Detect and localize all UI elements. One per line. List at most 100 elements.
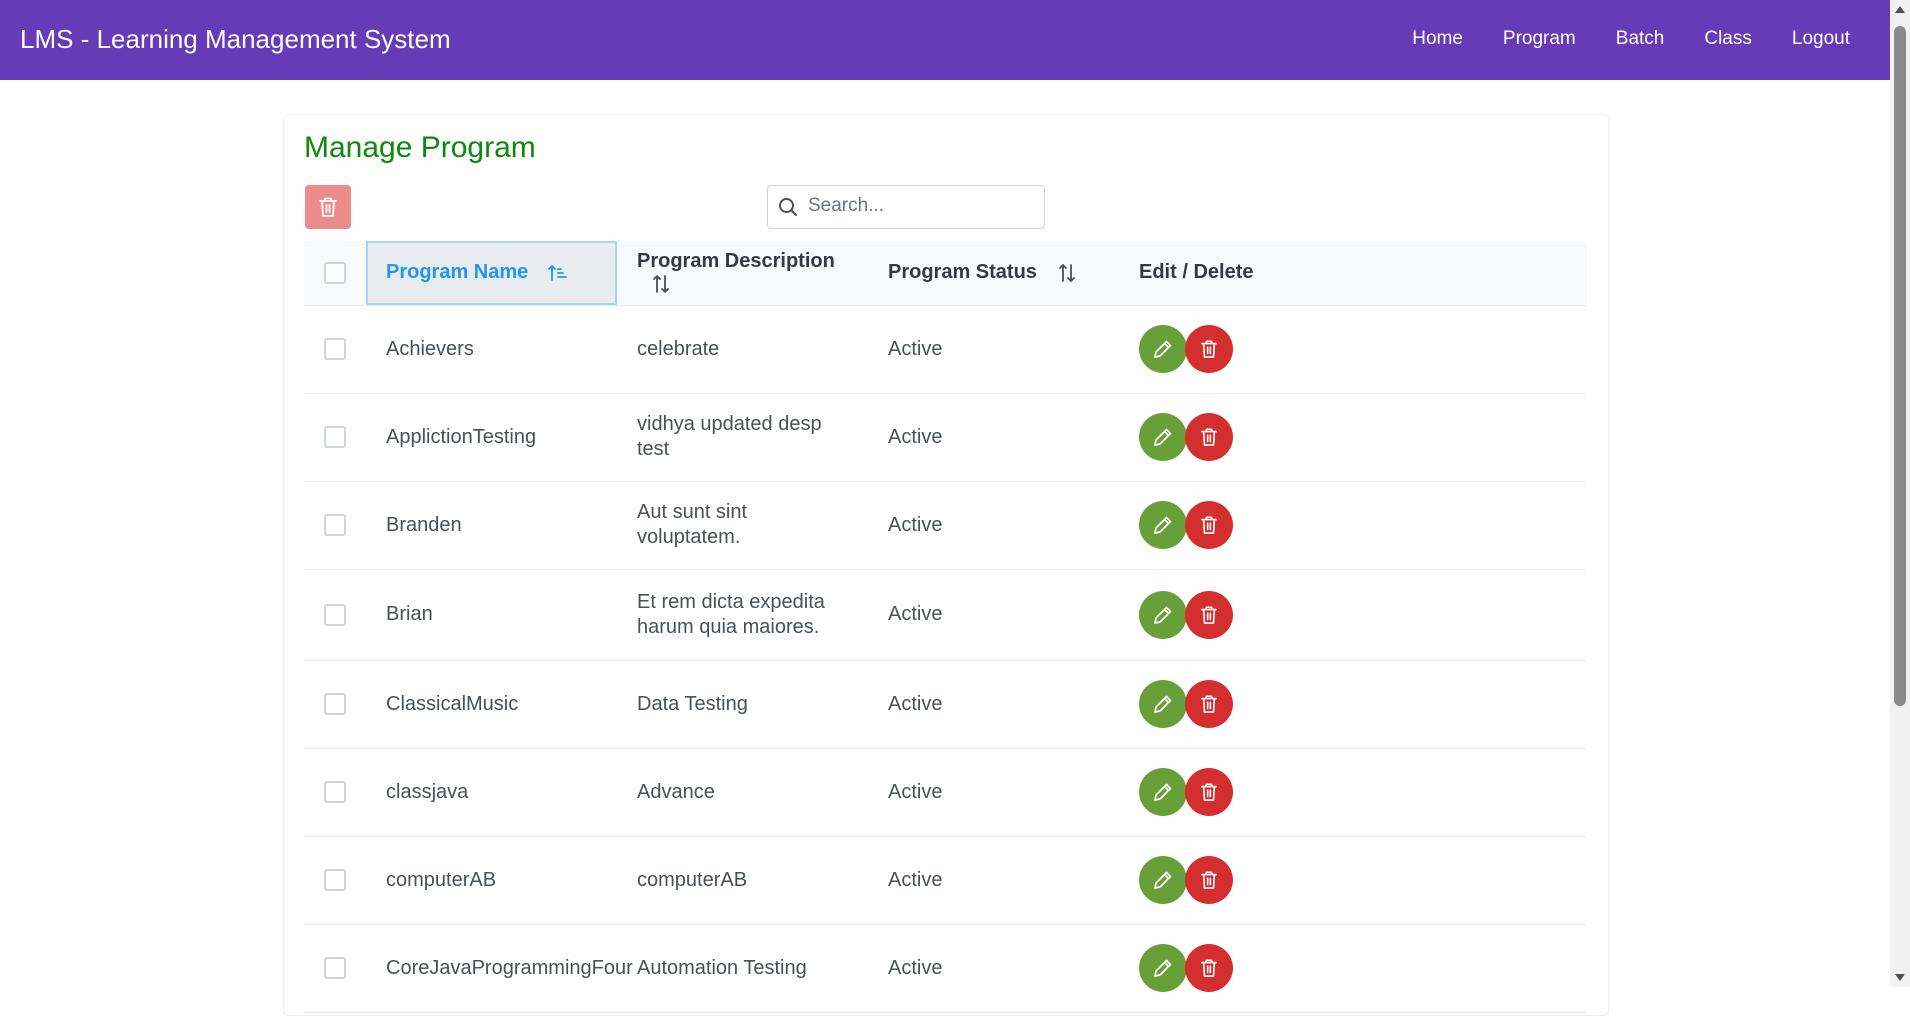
program-status-cell: Active [868, 305, 1119, 394]
scrollbar-thumb[interactable] [1894, 26, 1906, 706]
column-header-program-description[interactable]: Program Description [617, 241, 868, 306]
program-description-cell: Et rem dicta expedita harum quia maiores… [617, 569, 868, 661]
delete-button[interactable] [1185, 856, 1233, 904]
program-name-cell: Branden [366, 481, 617, 570]
row-actions-cell [1119, 305, 1587, 394]
program-name-cell: classjava [366, 748, 617, 837]
nav-home-link[interactable]: Home [1412, 28, 1463, 50]
delete-button[interactable] [1185, 680, 1233, 728]
trash-icon [319, 197, 337, 217]
row-select-checkbox[interactable] [324, 869, 346, 892]
page-title: Manage Program [304, 131, 536, 164]
edit-button[interactable] [1139, 325, 1187, 373]
scroll-down-arrow-icon[interactable] [1895, 974, 1905, 981]
table-row: classjava Advance Active [304, 748, 1587, 837]
table-row: Achievers celebrate Active [304, 305, 1587, 394]
program-description-cell: Data Testing [617, 660, 868, 749]
nav-logout-link[interactable]: Logout [1792, 28, 1850, 50]
page-scrollbar[interactable] [1890, 0, 1910, 987]
search-field [767, 185, 1045, 229]
delete-button[interactable] [1185, 413, 1233, 461]
delete-button[interactable] [1185, 501, 1233, 549]
trash-icon [1200, 695, 1218, 713]
row-select-cell [304, 924, 366, 1013]
delete-button[interactable] [1185, 944, 1233, 992]
manage-program-card: Manage Program Program Name [283, 114, 1609, 1016]
program-description-cell: vidhya updated desp test [617, 393, 868, 482]
trash-icon [1200, 516, 1218, 534]
table-row: Brian Et rem dicta expedita harum quia ma… [304, 569, 1587, 661]
row-select-checkbox[interactable] [324, 957, 346, 980]
edit-button[interactable] [1139, 590, 1187, 639]
program-name-cell: computerAB [366, 836, 617, 925]
nav-batch-link[interactable]: Batch [1616, 28, 1665, 50]
edit-button[interactable] [1139, 944, 1187, 992]
row-actions-cell [1119, 393, 1587, 482]
row-select-cell [304, 393, 366, 482]
program-description-cell: computerAB [617, 836, 868, 925]
program-status-cell: Active [868, 569, 1119, 661]
row-actions-cell [1119, 748, 1587, 837]
edit-button[interactable] [1139, 768, 1187, 816]
search-icon [779, 198, 797, 216]
program-name-cell: Achievers [366, 305, 617, 394]
row-select-cell [304, 836, 366, 925]
delete-button[interactable] [1185, 590, 1233, 639]
program-description-cell: Automation Testing [617, 924, 868, 1013]
table-body: Achievers celebrate Active ApplictionTestin… [304, 305, 1587, 1013]
edit-button[interactable] [1139, 680, 1187, 728]
trash-icon [1200, 959, 1218, 977]
row-actions-cell [1119, 481, 1587, 570]
pencil-icon [1154, 695, 1172, 713]
row-select-checkbox[interactable] [324, 426, 346, 449]
row-select-checkbox[interactable] [324, 338, 346, 361]
nav-class-link[interactable]: Class [1704, 28, 1752, 50]
pencil-icon [1154, 871, 1172, 889]
table-header-row: Program Name Program Description Program… [304, 241, 1587, 306]
trash-icon [1200, 871, 1218, 889]
program-description-cell: Aut sunt sint voluptatem. [617, 481, 868, 570]
pencil-icon [1154, 959, 1172, 977]
pencil-icon [1154, 783, 1172, 801]
program-name-cell: Brian [366, 569, 617, 661]
column-label: Program Status [888, 261, 1037, 284]
main-nav: Home Program Batch Class Logout [1372, 28, 1850, 50]
select-all-checkbox[interactable] [324, 261, 346, 284]
search-input[interactable] [808, 186, 1034, 226]
top-navbar: LMS - Learning Management System Home Pr… [0, 0, 1890, 80]
row-select-checkbox[interactable] [324, 514, 346, 537]
row-select-checkbox[interactable] [324, 603, 346, 626]
pencil-icon [1154, 340, 1172, 358]
bulk-delete-button[interactable] [305, 185, 351, 229]
trash-icon [1200, 340, 1218, 358]
column-label: Program Description [637, 249, 835, 272]
delete-button[interactable] [1185, 768, 1233, 816]
edit-button[interactable] [1139, 856, 1187, 904]
table-row: Branden Aut sunt sint voluptatem. Active [304, 481, 1587, 570]
trash-icon [1200, 428, 1218, 446]
table-row: ApplictionTesting vidhya updated desp tes… [304, 393, 1587, 482]
program-status-cell: Active [868, 924, 1119, 1013]
delete-button[interactable] [1185, 325, 1233, 373]
row-select-cell [304, 660, 366, 749]
scroll-up-arrow-icon[interactable] [1895, 6, 1905, 13]
row-select-checkbox[interactable] [324, 781, 346, 804]
nav-program-link[interactable]: Program [1503, 28, 1576, 50]
table-row: computerAB computerAB Active [304, 836, 1587, 925]
edit-button[interactable] [1139, 413, 1187, 461]
row-select-cell [304, 748, 366, 837]
program-status-cell: Active [868, 836, 1119, 925]
program-status-cell: Active [868, 481, 1119, 570]
pencil-icon [1154, 516, 1172, 534]
column-header-program-status[interactable]: Program Status [868, 241, 1119, 306]
row-select-cell [304, 569, 366, 661]
program-status-cell: Active [868, 660, 1119, 749]
program-name-cell: CoreJavaProgrammingFour [366, 924, 633, 1013]
edit-button[interactable] [1139, 501, 1187, 549]
column-header-program-name[interactable]: Program Name [366, 241, 617, 306]
table-row: CoreJavaProgrammingFour Automation Testin… [304, 924, 1587, 1013]
row-select-cell [304, 481, 366, 570]
row-select-checkbox[interactable] [324, 693, 346, 716]
row-actions-cell [1119, 660, 1587, 749]
column-label: Program Name [386, 261, 529, 284]
